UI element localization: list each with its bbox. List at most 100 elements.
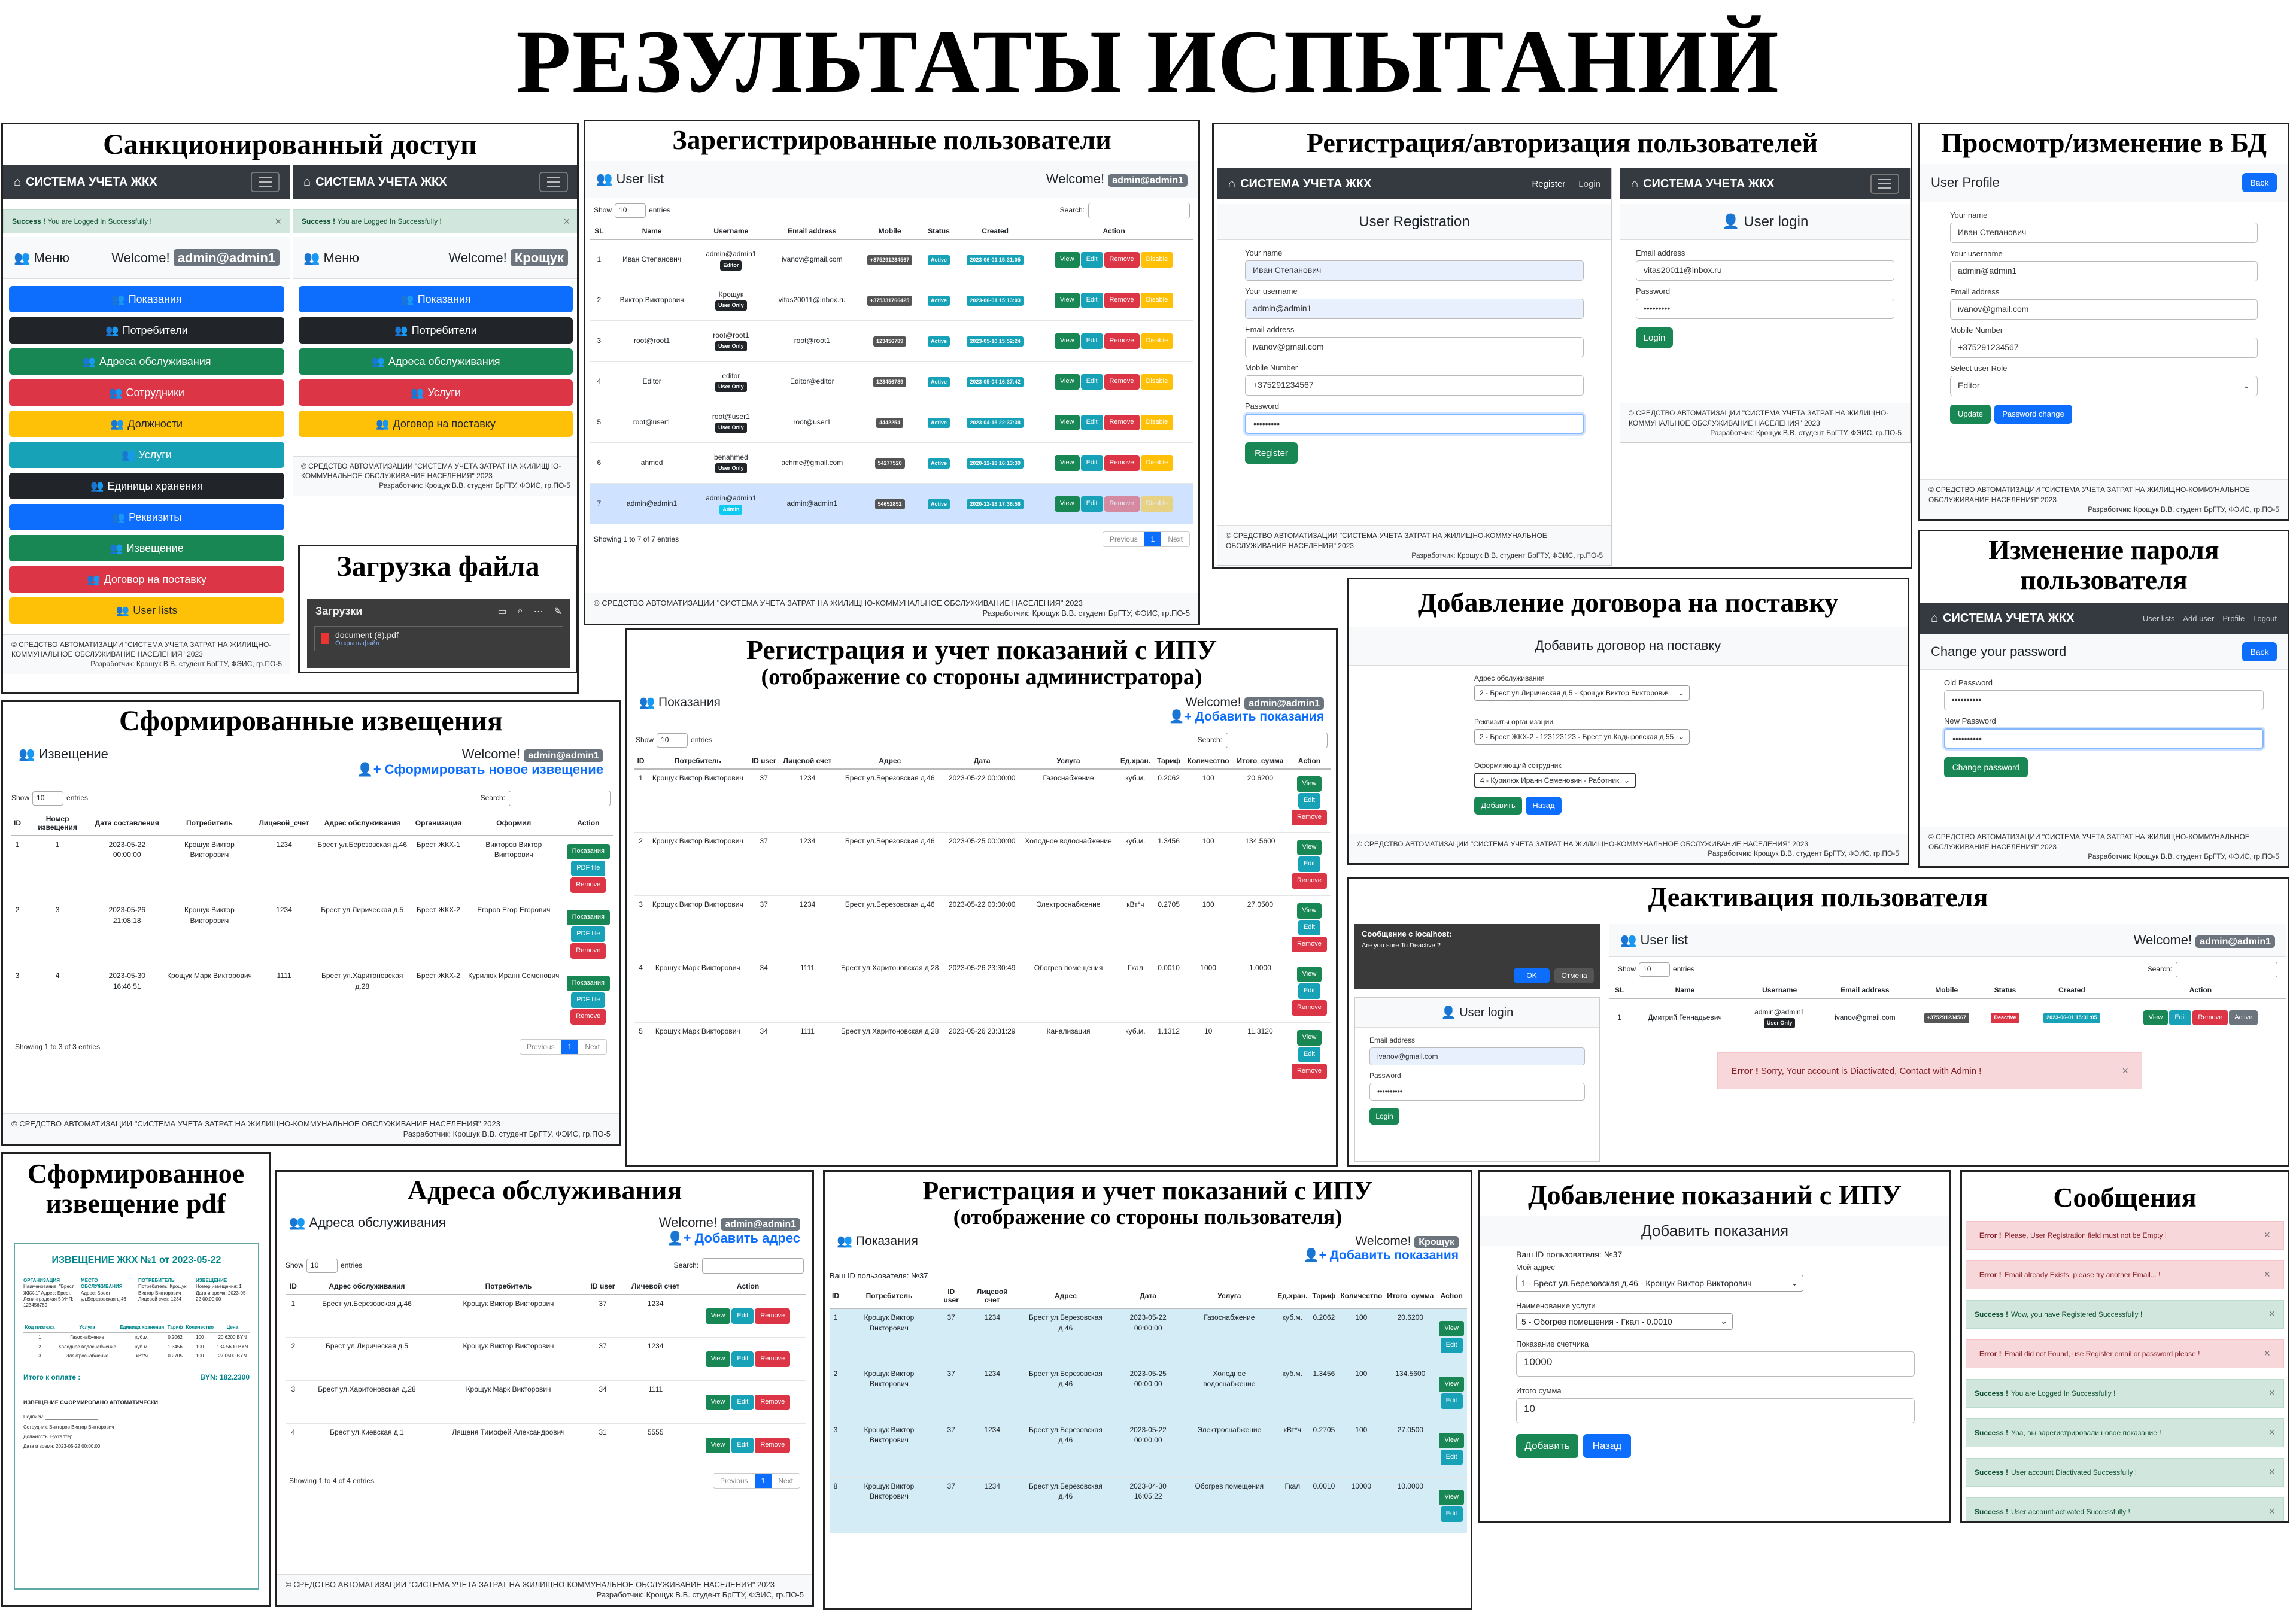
column-header[interactable]: Email address: [1818, 982, 1912, 999]
add-address-link[interactable]: 👤+ Добавить адрес: [667, 1231, 800, 1246]
cancel-button[interactable]: Отмена: [1554, 968, 1594, 983]
view-button[interactable]: View: [1296, 966, 1322, 982]
name-input[interactable]: Иван Степанович: [1950, 222, 2258, 243]
more-icon[interactable]: ⋯: [534, 606, 543, 618]
column-header[interactable]: Потребитель: [842, 1284, 937, 1310]
pin-icon[interactable]: ✎: [554, 606, 562, 618]
disable-button[interactable]: Disable: [1140, 333, 1174, 349]
pdf-file-button[interactable]: PDF file: [571, 861, 606, 877]
download-item[interactable]: document (8).pdf Открыть файл: [314, 626, 563, 651]
counter-input[interactable]: 10000: [1516, 1351, 1915, 1377]
view-button[interactable]: View: [2143, 1010, 2169, 1026]
column-header[interactable]: Дата: [1112, 1284, 1184, 1310]
edit-button[interactable]: Edit: [1298, 983, 1320, 999]
column-header[interactable]: ID user: [584, 1278, 622, 1295]
update-button[interactable]: Update: [1950, 404, 1991, 424]
close-icon[interactable]: ×: [563, 215, 570, 228]
column-header[interactable]: Action: [690, 1278, 806, 1295]
entries-select[interactable]: 10: [306, 1258, 338, 1273]
page-1-button[interactable]: 1: [1144, 531, 1162, 546]
activate-button[interactable]: Active: [2229, 1010, 2258, 1026]
role-select[interactable]: Editor ⌄: [1950, 375, 2258, 396]
menu-item-button[interactable]: 👥 Адреса обслуживания: [299, 348, 573, 375]
column-header[interactable]: Оформил: [464, 810, 564, 836]
column-header[interactable]: Created: [2028, 982, 2115, 999]
prev-button[interactable]: Previous: [713, 1474, 755, 1488]
readings-button[interactable]: Показания: [566, 909, 610, 925]
column-header[interactable]: Status: [1982, 982, 2028, 999]
mobile-input[interactable]: +375291234567: [1950, 337, 2258, 358]
column-header[interactable]: Потребитель: [433, 1278, 584, 1295]
folder-icon[interactable]: ▭: [498, 606, 507, 618]
name-input[interactable]: Иван Степанович: [1245, 260, 1584, 281]
edit-button[interactable]: Edit: [1298, 792, 1320, 809]
add-button[interactable]: Добавить: [1516, 1433, 1578, 1458]
entries-select[interactable]: 10: [1639, 962, 1671, 977]
password-change-button[interactable]: Password change: [1994, 404, 2072, 424]
view-button[interactable]: View: [1054, 373, 1080, 390]
disable-button[interactable]: Disable: [1140, 496, 1174, 512]
view-button[interactable]: View: [1054, 292, 1080, 308]
column-header[interactable]: Action: [1034, 223, 1193, 240]
view-button[interactable]: View: [1296, 839, 1322, 855]
column-header[interactable]: Mobile: [858, 223, 922, 240]
edit-button[interactable]: Edit: [1080, 455, 1103, 471]
menu-item-button[interactable]: 👥 Показания: [9, 286, 284, 312]
edit-button[interactable]: Edit: [731, 1394, 754, 1410]
column-header[interactable]: ID: [286, 1278, 301, 1295]
close-icon[interactable]: ×: [2264, 1229, 2270, 1241]
column-header[interactable]: Status: [921, 223, 956, 240]
column-header[interactable]: Дата составления: [92, 810, 163, 836]
view-button[interactable]: View: [705, 1394, 731, 1410]
menu-toggle-icon[interactable]: [251, 172, 280, 192]
view-button[interactable]: View: [1439, 1377, 1464, 1393]
column-header[interactable]: Action: [563, 810, 613, 836]
menu-item-button[interactable]: 👥 Услуги: [9, 442, 284, 468]
view-button[interactable]: View: [1296, 776, 1322, 792]
column-header[interactable]: Адрес обслуживания: [311, 810, 413, 836]
menu-item-button[interactable]: 👥 Сотрудники: [9, 379, 284, 406]
remove-button[interactable]: Remove: [1291, 809, 1327, 825]
column-header[interactable]: ID user: [748, 752, 779, 770]
disable-button[interactable]: Disable: [1140, 292, 1174, 308]
back-button[interactable]: Назад: [1526, 796, 1562, 815]
remove-button[interactable]: Remove: [755, 1308, 791, 1324]
old-password-input[interactable]: ••••••••••: [1944, 690, 2264, 711]
column-header[interactable]: Action: [2115, 982, 2286, 999]
view-button[interactable]: View: [1439, 1320, 1464, 1336]
column-header[interactable]: Лицевой счет: [779, 752, 836, 770]
edit-button[interactable]: Edit: [1298, 856, 1320, 872]
column-header[interactable]: Username: [1740, 982, 1819, 999]
edit-button[interactable]: Edit: [1080, 414, 1103, 430]
menu-item-button[interactable]: 👥 Договор на поставку: [9, 566, 284, 593]
column-header[interactable]: Username: [696, 223, 767, 240]
column-header[interactable]: Адрес обслуживания: [300, 1278, 433, 1295]
close-icon[interactable]: ×: [2268, 1308, 2275, 1320]
add-reading-link[interactable]: 👤+ Добавить показания: [1169, 710, 1324, 724]
menu-item-button[interactable]: 👥 Договор на поставку: [299, 411, 573, 437]
address-select[interactable]: 1 - Брест ул.Березовская д.46 - Крощук В…: [1516, 1274, 1803, 1292]
brand[interactable]: СИСТЕМА УЧЕТА ЖКХ: [26, 175, 157, 189]
back-button[interactable]: Back: [2242, 173, 2277, 193]
column-header[interactable]: Лицевой счет: [965, 1284, 1019, 1310]
edit-button[interactable]: Edit: [1440, 1337, 1463, 1353]
add-notice-link[interactable]: 👤+ Сформировать новое извещение: [357, 762, 603, 777]
view-button[interactable]: View: [1054, 333, 1080, 349]
view-button[interactable]: View: [1296, 1030, 1322, 1046]
menu-item-button[interactable]: 👥 Потребители: [9, 317, 284, 344]
email-input[interactable]: ivanov@gmail.com: [1950, 299, 2258, 320]
disable-button[interactable]: Disable: [1140, 251, 1174, 268]
column-header[interactable]: Адрес: [835, 752, 944, 770]
column-header[interactable]: Личевой счет: [621, 1278, 690, 1295]
menu-item-button[interactable]: 👥 Должности: [9, 411, 284, 437]
column-header[interactable]: Name: [1629, 982, 1741, 999]
edit-button[interactable]: Edit: [731, 1308, 754, 1324]
service-select[interactable]: 5 - Обогрев помещения - Гкал - 0.0010 ⌄: [1516, 1313, 1733, 1330]
remove-button[interactable]: Remove: [1291, 1000, 1327, 1016]
view-button[interactable]: View: [1054, 414, 1080, 430]
remove-button[interactable]: Remove: [1104, 414, 1140, 430]
login-button[interactable]: Login: [1636, 327, 1673, 348]
username-input[interactable]: admin@admin1: [1950, 260, 2258, 281]
view-button[interactable]: View: [705, 1437, 731, 1453]
menu-item-button[interactable]: 👥 User lists: [9, 597, 284, 624]
